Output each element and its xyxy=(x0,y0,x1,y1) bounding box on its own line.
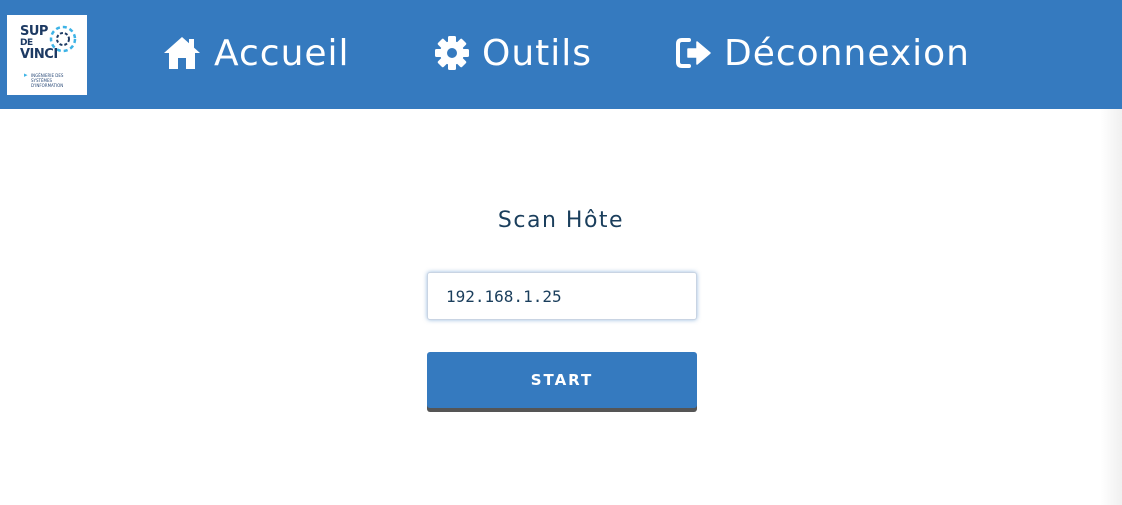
logo-line3: VINCI xyxy=(20,47,58,62)
nav-outils[interactable]: Outils xyxy=(434,26,592,80)
nav-outils-label: Outils xyxy=(482,32,593,74)
nav-accueil[interactable]: Accueil xyxy=(162,26,350,80)
logo-text: SUP DE VINCI xyxy=(20,25,58,61)
host-ip-input[interactable] xyxy=(427,272,697,320)
logo-subtitle: INGÉNIERIE DES SYSTÈMES D'INFORMATION xyxy=(31,73,64,88)
page-title: Scan Hôte xyxy=(497,208,625,233)
nav-accueil-label: Accueil xyxy=(214,32,350,74)
home-icon xyxy=(164,37,200,69)
start-button[interactable]: START xyxy=(427,352,697,408)
logo-arrow-icon: ▸ xyxy=(24,71,28,79)
sign-out-icon xyxy=(676,38,711,68)
top-navbar: SUP DE VINCI ▸ INGÉNIERIE DES SYSTÈMES D… xyxy=(0,0,1122,109)
scroll-shadow xyxy=(1100,109,1122,505)
logo[interactable]: SUP DE VINCI ▸ INGÉNIERIE DES SYSTÈMES D… xyxy=(7,15,87,95)
nav-deconnexion-label: Déconnexion xyxy=(724,32,970,74)
gear-icon xyxy=(435,36,469,70)
nav-deconnexion[interactable]: Déconnexion xyxy=(676,26,970,80)
logo-line1: SUP xyxy=(20,24,48,39)
